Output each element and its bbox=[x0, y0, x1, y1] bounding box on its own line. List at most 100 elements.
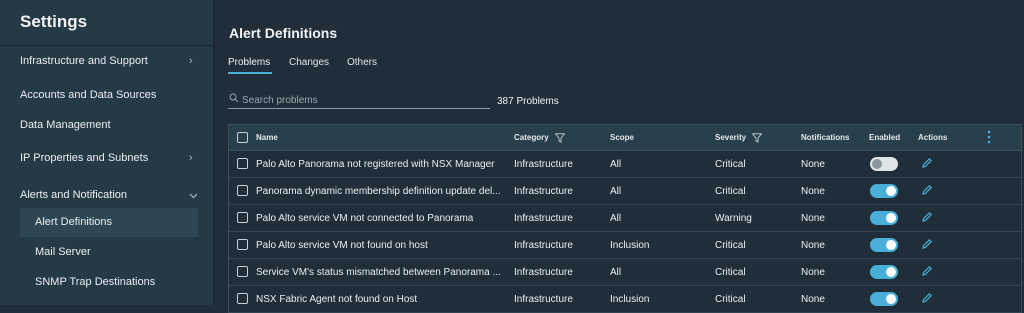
toggle-knob bbox=[886, 267, 896, 277]
column-header-notifications[interactable]: Notifications bbox=[801, 133, 849, 142]
filter-icon[interactable] bbox=[752, 133, 763, 143]
table-row[interactable]: Service VM's status mismatched between P… bbox=[229, 259, 1021, 286]
row-checkbox[interactable] bbox=[237, 293, 248, 304]
row-scope: Inclusion bbox=[610, 294, 650, 305]
active-tab-indicator bbox=[228, 72, 272, 74]
page-title: Alert Definitions bbox=[229, 25, 338, 41]
enabled-toggle[interactable] bbox=[870, 184, 898, 198]
row-notifications: None bbox=[801, 159, 825, 170]
sidebar-subitem-label: Mail Server bbox=[35, 246, 91, 258]
search-input[interactable] bbox=[242, 93, 482, 107]
row-severity: Critical bbox=[715, 240, 746, 251]
sidebar-item-label: Data Management bbox=[20, 119, 111, 131]
chevron-right-icon[interactable]: › bbox=[189, 55, 193, 67]
enabled-toggle[interactable] bbox=[870, 157, 898, 171]
row-name: Service VM's status mismatched between P… bbox=[256, 267, 501, 278]
toggle-knob bbox=[886, 240, 896, 250]
row-checkbox[interactable] bbox=[237, 158, 248, 169]
row-name: NSX Fabric Agent not found on Host bbox=[256, 294, 418, 305]
row-severity: Critical bbox=[715, 159, 746, 170]
problem-count: 387 Problems bbox=[497, 96, 559, 107]
sidebar-item-label: Infrastructure and Support bbox=[20, 55, 148, 67]
column-header-category-label: Category bbox=[514, 133, 549, 143]
row-notifications: None bbox=[801, 267, 825, 278]
row-scope: Inclusion bbox=[610, 240, 650, 251]
chevron-down-icon[interactable] bbox=[189, 193, 198, 199]
table-row[interactable]: Palo Alto Panorama not registered with N… bbox=[229, 151, 1021, 178]
sidebar-item-accounts-and-data-sources[interactable]: Accounts and Data Sources bbox=[20, 89, 200, 101]
sidebar-item-label: Accounts and Data Sources bbox=[20, 89, 157, 101]
row-scope: All bbox=[610, 159, 622, 170]
row-notifications: None bbox=[801, 186, 825, 197]
select-all-checkbox[interactable] bbox=[237, 132, 248, 143]
edit-pencil-icon[interactable] bbox=[921, 238, 933, 250]
sidebar-title: Settings bbox=[20, 12, 88, 31]
column-header-name[interactable]: Name bbox=[256, 133, 278, 142]
row-notifications: None bbox=[801, 240, 825, 251]
row-checkbox[interactable] bbox=[237, 239, 248, 250]
table-header: Name Category Scope Severity Notificatio… bbox=[229, 125, 1021, 151]
row-severity: Warning bbox=[715, 213, 752, 224]
row-severity: Critical bbox=[715, 294, 746, 305]
toggle-knob bbox=[886, 186, 896, 196]
search-box bbox=[228, 93, 490, 109]
column-header-actions: Actions bbox=[918, 133, 948, 142]
row-checkbox[interactable] bbox=[237, 266, 248, 277]
settings-sidebar: Settings Infrastructure and Support › Ac… bbox=[0, 0, 214, 305]
enabled-toggle[interactable] bbox=[870, 238, 898, 252]
row-severity: Critical bbox=[715, 267, 746, 278]
row-notifications: None bbox=[801, 213, 825, 224]
column-header-scope[interactable]: Scope bbox=[610, 133, 634, 142]
alert-definitions-table: Name Category Scope Severity Notificatio… bbox=[228, 124, 1022, 313]
sidebar-item-alerts-and-notification[interactable]: Alerts and Notification bbox=[20, 189, 200, 201]
sidebar-item-label: IP Properties and Subnets bbox=[20, 152, 149, 164]
sidebar-subitem-snmp-trap-destinations[interactable]: SNMP Trap Destinations bbox=[20, 268, 198, 297]
row-category: Infrastructure bbox=[514, 213, 573, 224]
sidebar-subitem-label: SNMP Trap Destinations bbox=[35, 276, 156, 288]
sidebar-item-data-management[interactable]: Data Management bbox=[20, 119, 200, 131]
sidebar-subitem-label: Alert Definitions bbox=[35, 216, 113, 228]
table-row[interactable]: Panorama dynamic membership definition u… bbox=[229, 178, 1021, 205]
column-header-severity[interactable]: Severity bbox=[715, 133, 763, 143]
edit-pencil-icon[interactable] bbox=[921, 184, 933, 196]
tab-problems[interactable]: Problems bbox=[228, 57, 270, 68]
row-notifications: None bbox=[801, 294, 825, 305]
sidebar-subitem-mail-server[interactable]: Mail Server bbox=[20, 238, 198, 267]
column-menu-icon[interactable] bbox=[987, 130, 991, 144]
column-header-severity-label: Severity bbox=[715, 133, 747, 143]
sidebar-item-label: Alerts and Notification bbox=[20, 189, 127, 201]
row-checkbox[interactable] bbox=[237, 185, 248, 196]
row-category: Infrastructure bbox=[514, 294, 573, 305]
row-name: Panorama dynamic membership definition u… bbox=[256, 186, 501, 197]
table-row[interactable]: Palo Alto service VM not connected to Pa… bbox=[229, 205, 1021, 232]
table-row[interactable]: NSX Fabric Agent not found on Host Infra… bbox=[229, 286, 1021, 313]
edit-pencil-icon[interactable] bbox=[921, 265, 933, 277]
column-header-category[interactable]: Category bbox=[514, 133, 565, 143]
row-category: Infrastructure bbox=[514, 267, 573, 278]
filter-icon[interactable] bbox=[554, 133, 565, 143]
row-checkbox[interactable] bbox=[237, 212, 248, 223]
sidebar-item-infrastructure-and-support[interactable]: Infrastructure and Support bbox=[20, 55, 200, 67]
toggle-knob bbox=[886, 294, 896, 304]
edit-pencil-icon[interactable] bbox=[921, 292, 933, 304]
sidebar-subitem-alert-definitions[interactable]: Alert Definitions bbox=[20, 208, 198, 237]
chevron-right-icon[interactable]: › bbox=[189, 152, 193, 164]
column-header-enabled[interactable]: Enabled bbox=[869, 133, 900, 142]
toggle-knob bbox=[886, 213, 896, 223]
row-scope: All bbox=[610, 213, 622, 224]
enabled-toggle[interactable] bbox=[870, 211, 898, 225]
edit-pencil-icon[interactable] bbox=[921, 157, 933, 169]
row-name: Palo Alto service VM not found on host bbox=[256, 240, 428, 251]
enabled-toggle[interactable] bbox=[870, 292, 898, 306]
tab-changes[interactable]: Changes bbox=[289, 57, 329, 68]
row-scope: All bbox=[610, 267, 622, 278]
tab-others[interactable]: Others bbox=[347, 57, 377, 68]
edit-pencil-icon[interactable] bbox=[921, 211, 933, 223]
row-name: Palo Alto service VM not connected to Pa… bbox=[256, 213, 474, 224]
table-row[interactable]: Palo Alto service VM not found on host I… bbox=[229, 232, 1021, 259]
main-content: Alert Definitions Problems Changes Other… bbox=[214, 0, 1024, 313]
sidebar-item-ip-properties-and-subnets[interactable]: IP Properties and Subnets bbox=[20, 152, 200, 164]
row-category: Infrastructure bbox=[514, 186, 573, 197]
row-name: Palo Alto Panorama not registered with N… bbox=[256, 159, 495, 170]
enabled-toggle[interactable] bbox=[870, 265, 898, 279]
